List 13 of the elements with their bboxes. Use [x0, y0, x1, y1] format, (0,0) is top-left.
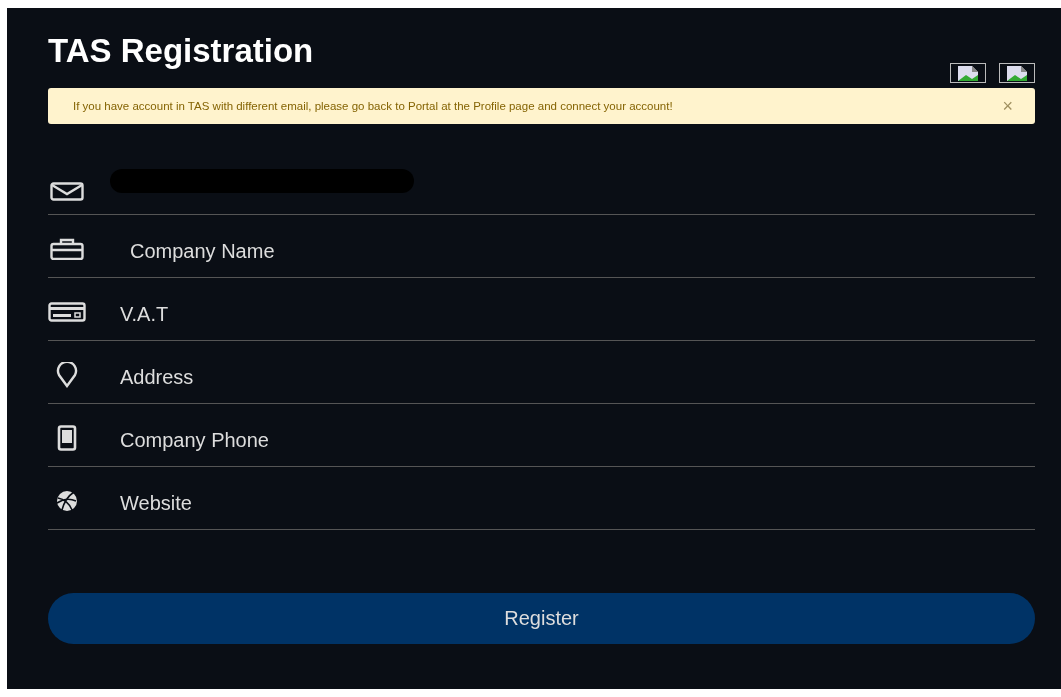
envelope-icon — [48, 181, 86, 201]
register-button[interactable]: Register — [48, 593, 1035, 644]
input-field[interactable]: Website — [120, 491, 1035, 515]
input-field[interactable]: Company Phone — [120, 428, 1035, 452]
page-title: TAS Registration — [48, 32, 314, 70]
input-field[interactable]: Company Name — [120, 239, 1035, 263]
broken-image-icon — [950, 63, 986, 83]
broken-image-icon — [999, 63, 1035, 83]
briefcase-icon — [48, 238, 86, 260]
alert-message: If you have account in TAS with different email, please go back to Portal at the Profile page and connect your account! — [73, 100, 673, 112]
input-field[interactable]: V.A.T — [120, 302, 1035, 326]
card-icon — [48, 302, 86, 322]
input-field[interactable]: Address — [120, 365, 1035, 389]
